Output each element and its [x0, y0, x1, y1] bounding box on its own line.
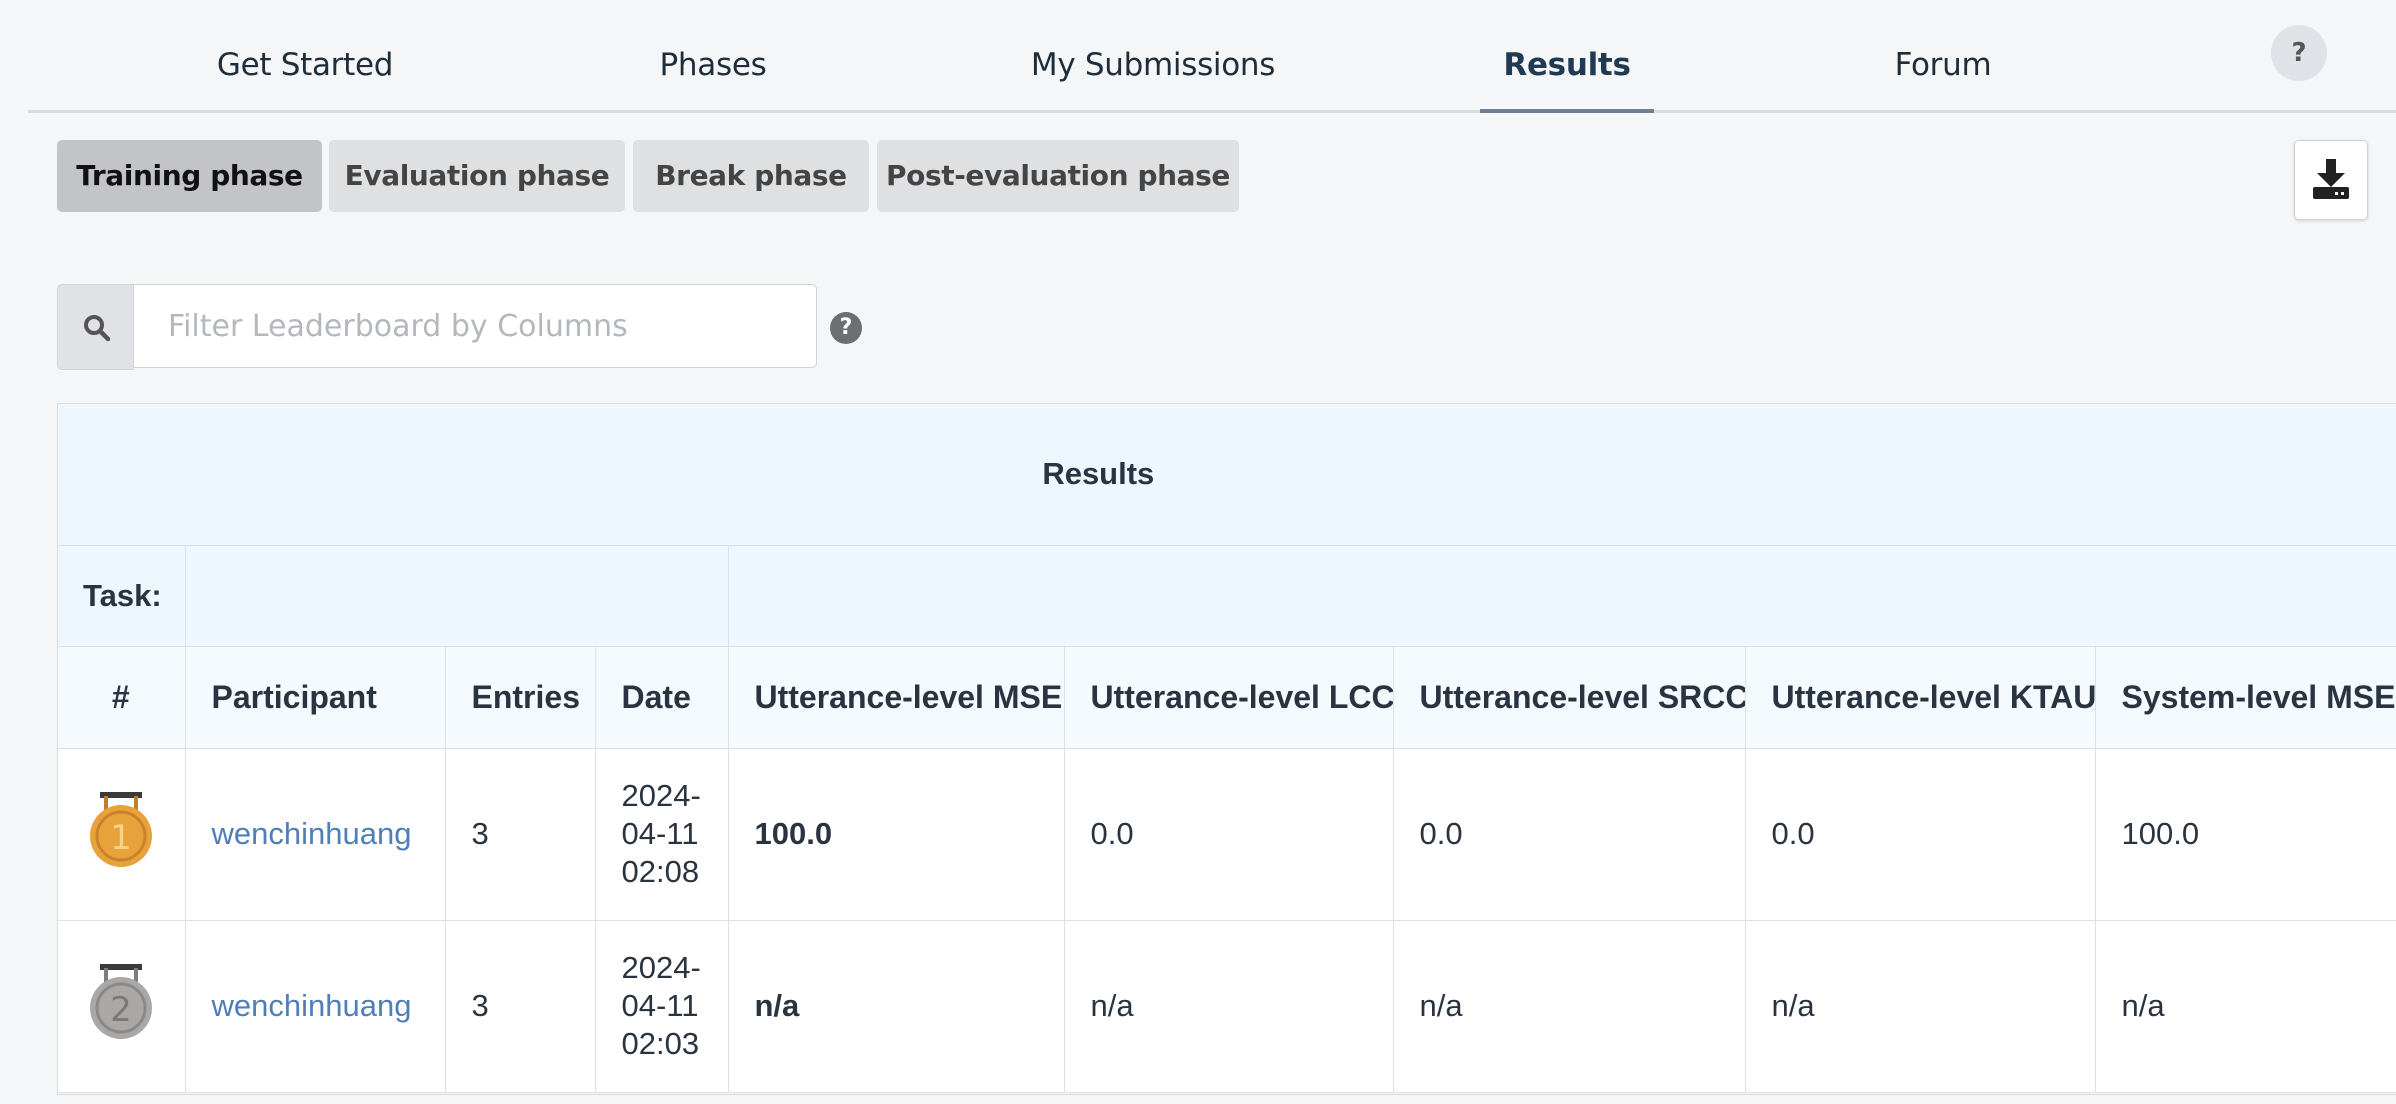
filter-help-icon[interactable]: ?: [830, 312, 862, 344]
filter-input[interactable]: [133, 284, 817, 368]
date-cell: 2024-04-11 02:03: [594, 919, 729, 1093]
utt-lcc-cell: n/a: [1063, 919, 1394, 1093]
utt-srcc-cell: 0.0: [1392, 747, 1746, 921]
col-sys-mse[interactable]: System-level MSE: [2094, 645, 2396, 749]
utt-ktau-cell: n/a: [1744, 919, 2096, 1093]
phase-break-button[interactable]: Break phase: [633, 140, 869, 212]
tab-my-submissions[interactable]: My Submissions: [988, 0, 1318, 110]
participant-link[interactable]: wenchinhuang: [212, 816, 412, 851]
tab-phases[interactable]: Phases: [588, 0, 838, 110]
silver-medal-icon: 2: [89, 964, 152, 1039]
participant-link[interactable]: wenchinhuang: [212, 988, 412, 1023]
utt-mse-cell: n/a: [727, 919, 1065, 1093]
leaderboard-table: Results Task: # Participant Entries Date…: [57, 403, 2396, 1095]
col-utt-ktau[interactable]: Utterance-level KTAU: [1744, 645, 2096, 749]
search-icon: [84, 315, 111, 342]
col-rank[interactable]: #: [58, 645, 186, 749]
task-spacer: [184, 544, 729, 647]
gold-medal-icon: 1: [89, 792, 152, 867]
col-utt-mse[interactable]: Utterance-level MSE: [727, 645, 1065, 749]
utt-lcc-cell: 0.0: [1063, 747, 1394, 921]
col-date[interactable]: Date: [594, 645, 729, 749]
results-title-cell: Results: [58, 404, 2396, 546]
entries-cell: 3: [444, 747, 596, 921]
sys-mse-cell: n/a: [2094, 919, 2396, 1093]
phase-training-button[interactable]: Training phase: [57, 140, 322, 212]
task-label: Task:: [83, 577, 162, 613]
search-addon: [57, 284, 134, 370]
rank-cell: 2: [58, 919, 186, 1093]
rank-cell: 1: [58, 747, 186, 921]
col-participant[interactable]: Participant: [184, 645, 446, 749]
utt-mse-cell: 100.0: [727, 747, 1065, 921]
task-value: [727, 544, 2396, 647]
date-cell: 2024-04-11 02:08: [594, 747, 729, 921]
col-utt-srcc[interactable]: Utterance-level SRCC: [1392, 645, 1746, 749]
utt-srcc-cell: n/a: [1392, 919, 1746, 1093]
top-nav: Get Started Phases My Submissions Result…: [28, 0, 2396, 113]
utt-ktau-cell: 0.0: [1744, 747, 2096, 921]
tab-results[interactable]: Results: [1480, 0, 1654, 113]
help-button[interactable]: ?: [2271, 25, 2327, 81]
participant-cell: wenchinhuang: [184, 919, 446, 1093]
medal-rank-number: 1: [110, 818, 132, 858]
sys-mse-cell: 100.0: [2094, 747, 2396, 921]
download-button[interactable]: [2294, 140, 2368, 220]
phase-evaluation-button[interactable]: Evaluation phase: [329, 140, 625, 212]
tab-forum[interactable]: Forum: [1828, 0, 2058, 110]
table-row: 2 wenchinhuang 3 2024-04-11 02:03 n/a n/…: [58, 919, 2396, 1093]
col-utt-lcc[interactable]: Utterance-level LCC: [1063, 645, 1394, 749]
tab-get-started[interactable]: Get Started: [148, 0, 462, 110]
download-icon: [2313, 159, 2349, 199]
phase-post-evaluation-button[interactable]: Post-evaluation phase: [877, 140, 1239, 212]
entries-cell: 3: [444, 919, 596, 1093]
task-label-cell: Task:: [58, 544, 186, 647]
medal-rank-number: 2: [110, 990, 132, 1030]
participant-cell: wenchinhuang: [184, 747, 446, 921]
results-title: Results: [1042, 456, 1155, 492]
col-entries[interactable]: Entries: [444, 645, 596, 749]
table-row: 1 wenchinhuang 3 2024-04-11 02:08 100.0 …: [58, 747, 2396, 921]
